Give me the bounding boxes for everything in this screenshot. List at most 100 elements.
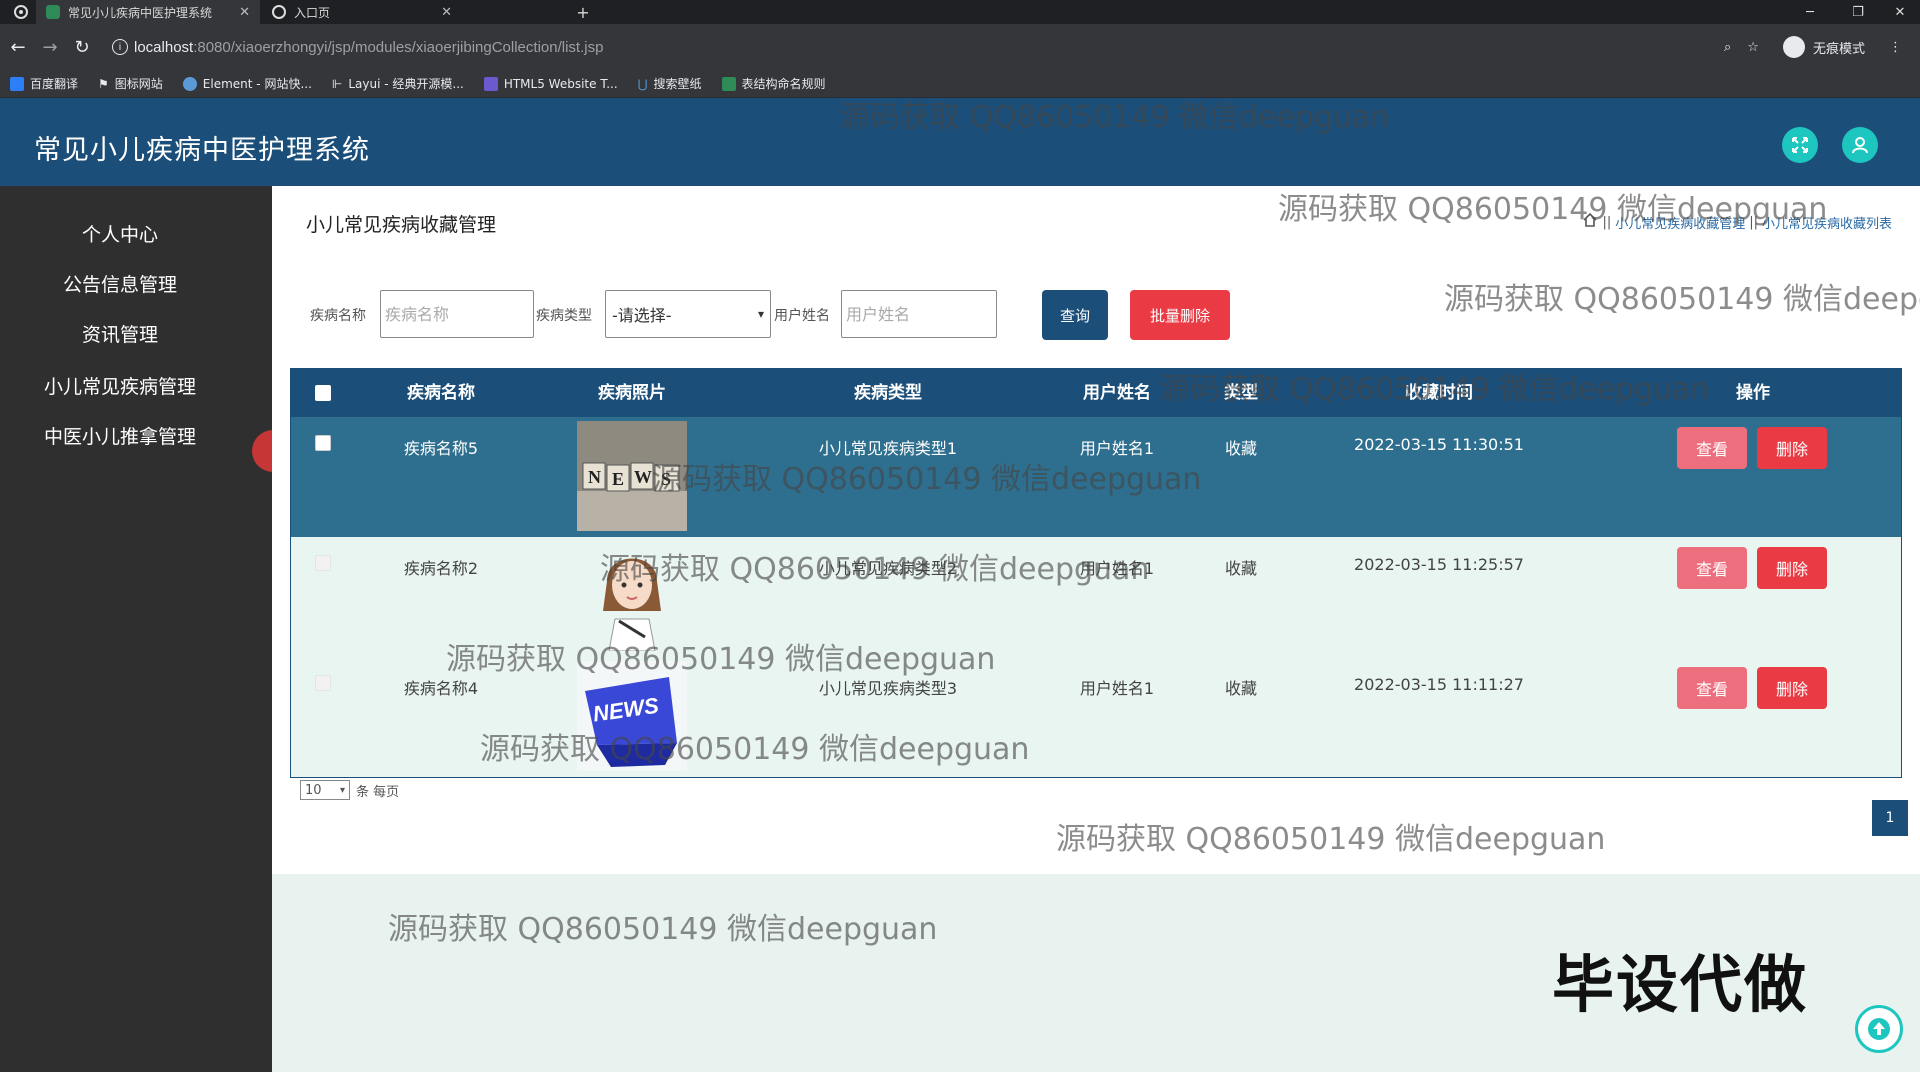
page-size-suffix: 条 每页 [356, 784, 400, 800]
bookmark-item[interactable]: HTML5 Website T... [483, 76, 618, 91]
delete-button[interactable]: 删除 [1757, 667, 1827, 709]
breadcrumb: || 小儿常见疾病收藏管理 || 小儿常见疾病收藏列表 [1582, 212, 1892, 232]
news-megaphone[interactable]: NEWS [577, 661, 687, 771]
minimize-icon[interactable]: ─ [1790, 0, 1830, 24]
layui-icon: ⊩ [331, 76, 343, 91]
breadcrumb-item[interactable]: 小儿常见疾病收藏管理 [1615, 213, 1745, 232]
cell-disease-type: 小儿常见疾病类型1 [818, 439, 958, 458]
cell-disease-type: 小儿常见疾病类型3 [818, 679, 958, 698]
back-icon[interactable]: ← [6, 35, 30, 59]
view-button[interactable]: 查看 [1677, 427, 1747, 469]
sidebar-item-notices[interactable]: 公告信息管理 [0, 270, 240, 297]
table-row[interactable]: 疾病名称5 N E W S 小儿常见疾病类型1 用户姓名1 收藏 2022-03… [291, 417, 1901, 537]
cell-kind: 收藏 [1224, 679, 1258, 698]
breadcrumb-separator: || [1749, 214, 1758, 230]
select-all-checkbox[interactable] [315, 385, 331, 401]
window-close-icon[interactable]: ✕ [1880, 0, 1920, 24]
browser-more-icon[interactable]: ⋮ [1889, 40, 1902, 55]
bookmark-icon [483, 76, 498, 91]
cell-collect-time: 2022-03-15 11:30:51 [1354, 435, 1524, 454]
disease-type-label: 疾病类型 [536, 308, 592, 324]
reload-icon[interactable]: ↻ [70, 35, 94, 59]
bookmark-icon [10, 76, 24, 91]
row-checkbox[interactable] [315, 435, 331, 451]
cell-user-name: 用户姓名1 [1079, 439, 1155, 458]
sidebar-item-profile[interactable]: 个人中心 [0, 220, 240, 247]
collection-table: 疾病名称 疾病照片 疾病类型 用户姓名 类型 收藏时间 操作 疾病名称5 N E… [290, 368, 1902, 778]
tab-close-icon[interactable]: ✕ [239, 5, 250, 20]
col-disease-name: 疾病名称 [407, 383, 475, 403]
browser-tab[interactable]: 入口页 ✕ [262, 0, 462, 24]
sidebar: 个人中心 公告信息管理 资讯管理 小儿常见疾病管理 中医小儿推拿管理 [0, 186, 272, 1072]
cell-kind: 收藏 [1224, 559, 1258, 578]
svg-text:S: S [661, 469, 671, 489]
svg-text:W: W [634, 467, 652, 487]
bookmark-item[interactable]: ⋃ 搜索壁纸 [638, 75, 702, 92]
home-icon[interactable] [1582, 212, 1598, 232]
news-cubes-photo[interactable]: N E W S [577, 421, 687, 531]
bookmark-item[interactable]: ⊩ Layui - 经典开源模... [332, 75, 464, 92]
disease-type-selected: -请选择- [612, 306, 672, 325]
delete-button[interactable]: 删除 [1757, 547, 1827, 589]
app-header: 常见小儿疾病中医护理系统 [0, 98, 1920, 186]
query-button[interactable]: 查询 [1042, 290, 1108, 340]
sidebar-item-massage[interactable]: 中医小儿推拿管理 [0, 422, 240, 449]
bookmark-item[interactable]: 百度翻译 [10, 75, 78, 92]
page-button-current[interactable]: 1 [1872, 800, 1908, 836]
cell-disease-name: 疾病名称2 [403, 559, 479, 578]
info-icon[interactable]: i [112, 39, 128, 55]
bookmark-item[interactable]: ⚑ 图标网站 [98, 75, 163, 92]
delete-button[interactable]: 删除 [1757, 427, 1827, 469]
breadcrumb-separator: || [1602, 214, 1612, 230]
cell-collect-time: 2022-03-15 11:25:57 [1354, 555, 1524, 574]
forward-icon[interactable]: → [38, 35, 62, 59]
fullscreen-icon[interactable] [1782, 127, 1818, 163]
bookmark-item[interactable]: 表结构命名规则 [721, 75, 826, 92]
view-button[interactable]: 查看 [1677, 667, 1747, 709]
sidebar-item-diseases[interactable]: 小儿常见疾病管理 [0, 372, 240, 399]
table-row[interactable]: 疾病名称2 小儿常见疾病类型2 用户姓名1 收藏 2022-03-15 11:2… [291, 537, 1901, 657]
bookmark-star-icon[interactable]: ☆ [1747, 40, 1759, 55]
svg-text:E: E [612, 469, 624, 489]
breadcrumb-item[interactable]: 小儿常见疾病收藏列表 [1762, 213, 1892, 232]
zoom-icon[interactable]: ⌕ [1724, 40, 1731, 55]
col-kind: 类型 [1224, 383, 1258, 403]
disease-name-input[interactable] [380, 290, 534, 338]
app-title: 常见小儿疾病中医护理系统 [34, 135, 370, 166]
row-checkbox[interactable] [315, 675, 331, 691]
browser-tab-active[interactable]: 常见小儿疾病中医护理系统 ✕ [36, 0, 260, 24]
table-row[interactable]: 疾病名称4 NEWS 小儿常见疾病类型3 用户姓名1 收藏 2022-03-15… [291, 657, 1901, 777]
cell-collect-time: 2022-03-15 11:11:27 [1354, 675, 1524, 694]
new-tab-button[interactable]: + [570, 0, 596, 24]
bookmark-item[interactable]: Element - 网站快... [182, 75, 312, 92]
user-name-input[interactable] [841, 290, 997, 338]
url-field[interactable]: i localhost:8080/xiaoerzhongyi/jsp/modul… [112, 32, 1672, 62]
disease-type-select[interactable]: -请选择- ▾ [605, 290, 771, 338]
user-avatar-icon[interactable] [1842, 127, 1878, 163]
bookmark-icon [182, 76, 197, 91]
cell-disease-name: 疾病名称5 [403, 439, 479, 458]
chevron-down-icon: ▾ [757, 307, 764, 321]
page-size-select[interactable]: 10 ▾ [300, 780, 350, 800]
sidebar-item-news[interactable]: 资讯管理 [0, 320, 240, 347]
cell-user-name: 用户姓名1 [1079, 679, 1155, 698]
cell-kind: 收藏 [1224, 439, 1258, 458]
restore-icon[interactable]: ❐ [1838, 0, 1878, 24]
view-button[interactable]: 查看 [1677, 547, 1747, 589]
girl-illustration[interactable] [577, 541, 687, 652]
cell-disease-type: 小儿常见疾病类型2 [818, 559, 958, 578]
chevron-down-icon: ▾ [339, 784, 345, 796]
batch-delete-button[interactable]: 批量删除 [1130, 290, 1230, 340]
row-checkbox[interactable] [315, 555, 331, 571]
svg-text:N: N [588, 467, 601, 487]
disease-name-label: 疾病名称 [310, 308, 366, 324]
col-collect-time: 收藏时间 [1405, 383, 1473, 403]
incognito-icon[interactable] [1782, 36, 1805, 58]
browser-menu-icon[interactable] [8, 0, 34, 24]
page-size-control: 10 ▾ 条 每页 [300, 780, 399, 800]
table-header: 疾病名称 疾病照片 疾病类型 用户姓名 类型 收藏时间 操作 [291, 369, 1901, 417]
tab-close-icon[interactable]: ✕ [441, 5, 452, 20]
url-host: localhost [134, 38, 194, 56]
back-to-top-icon[interactable] [1855, 1005, 1903, 1053]
page-title: 小儿常见疾病收藏管理 [306, 214, 497, 236]
